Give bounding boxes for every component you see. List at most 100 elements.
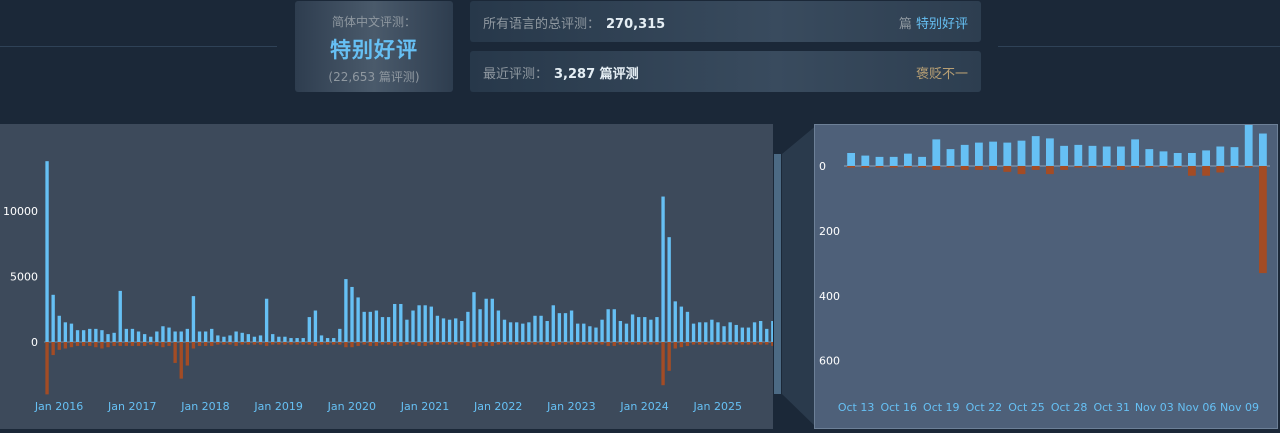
positive-bar <box>216 335 220 342</box>
negative-bar <box>118 341 122 346</box>
negative-bar <box>240 341 244 345</box>
recent-histogram-chart[interactable]: 0 200 400 600 Oct 13 Oct 16 Oct 19 Oct 22 Oct 25… <box>815 124 1277 428</box>
negative-bar <box>1244 165 1253 168</box>
positive-bar <box>600 319 604 342</box>
recent-reviews-left: 最近评测： 3,287 篇评测 <box>483 63 639 82</box>
positive-bar <box>1258 133 1267 166</box>
positive-bar <box>447 319 452 342</box>
positive-bar <box>332 338 336 342</box>
negative-bar <box>490 341 494 346</box>
negative-bar <box>1102 165 1111 168</box>
negative-bar <box>515 341 519 345</box>
positive-bar <box>149 336 153 342</box>
negative-bar <box>1045 165 1054 175</box>
zoom-range-handle[interactable] <box>774 154 781 394</box>
zoom-connector <box>773 124 818 429</box>
negative-bar <box>94 341 98 348</box>
positive-bar <box>1145 149 1154 166</box>
positive-bar <box>758 321 763 342</box>
negative-bar <box>521 341 525 345</box>
positive-bar <box>271 334 275 342</box>
negative-bar <box>612 341 616 346</box>
negative-bar <box>374 341 379 346</box>
positive-bar <box>691 323 696 342</box>
positive-bar <box>118 290 122 342</box>
positive-bar <box>136 331 141 342</box>
y-tick-label: 200 <box>819 225 840 238</box>
negative-bar <box>167 341 171 346</box>
x-tick-label: Oct 22 <box>966 401 1003 414</box>
positive-bar <box>551 305 555 342</box>
x-tick-label: Jan 2025 <box>693 400 742 413</box>
negative-bar <box>1003 165 1012 172</box>
language-review-box[interactable]: 简体中文评测： 特别好评 (22,653 篇评测) <box>295 1 453 92</box>
language-review-label: 简体中文评测： <box>331 15 416 29</box>
y-tick-label: 5000 <box>10 270 38 283</box>
negative-bar <box>386 341 391 345</box>
negative-bar <box>539 341 543 345</box>
negative-bar <box>301 341 305 345</box>
positive-bar <box>484 298 488 342</box>
negative-bar <box>423 341 427 346</box>
negative-bar <box>405 341 409 345</box>
positive-bar <box>441 318 446 342</box>
x-tick-label: Jan 2018 <box>180 400 229 413</box>
positive-bar <box>161 326 165 342</box>
positive-bar <box>75 330 80 342</box>
positive-bar <box>197 331 202 342</box>
negative-bar <box>203 341 208 346</box>
x-tick-label: Jan 2024 <box>619 400 668 413</box>
negative-bar <box>765 341 769 345</box>
recent-reviews-box[interactable]: 最近评测： 3,287 篇评测 褒贬不一 <box>470 51 981 92</box>
negative-bar <box>661 341 665 386</box>
all-reviews-box[interactable]: 所有语言的总评测： 270,315 篇 特别好评 <box>470 1 981 42</box>
negative-bar <box>258 341 263 345</box>
negative-bar <box>271 341 275 345</box>
negative-bar <box>429 341 433 345</box>
positive-bar <box>228 335 232 342</box>
negative-bar <box>411 341 415 345</box>
positive-bar <box>1202 150 1211 166</box>
overall-histogram-panel: 0 5000 10000 Jan 2016 Jan 2017 Jan 2018 Jan 20… <box>0 124 782 429</box>
positive-bar <box>454 318 458 342</box>
positive-bar <box>557 313 562 342</box>
negative-bar <box>179 341 183 379</box>
negative-bar <box>319 341 324 345</box>
positive-bar <box>710 319 714 342</box>
positive-bar <box>1074 144 1083 166</box>
negative-bar <box>112 341 116 346</box>
negative-bar <box>740 341 745 345</box>
negative-bar <box>1060 165 1069 170</box>
negative-bar <box>478 341 482 346</box>
negative-bar <box>295 341 299 345</box>
positive-bar <box>100 330 104 342</box>
negative-bar <box>1202 165 1211 176</box>
negative-bar <box>752 341 757 345</box>
positive-bar <box>847 153 856 166</box>
y-tick-label: 400 <box>819 290 840 303</box>
negative-bar <box>130 341 135 346</box>
negative-bar <box>350 341 354 348</box>
positive-bar <box>423 305 427 342</box>
positive-bar <box>88 328 92 342</box>
positive-bar <box>946 149 955 166</box>
negative-bar <box>393 341 397 346</box>
x-tick-label: Jan 2023 <box>546 400 595 413</box>
positive-bar <box>1060 145 1069 166</box>
positive-bar <box>1031 136 1040 166</box>
negative-bar <box>447 341 452 345</box>
overall-histogram-chart[interactable]: 0 5000 10000 Jan 2016 Jan 2017 Jan 2018 Jan 20… <box>0 124 782 429</box>
positive-bar <box>295 338 299 342</box>
x-tick-label: Oct 28 <box>1051 401 1088 414</box>
negative-bar <box>191 341 196 349</box>
x-tick-label: Nov 06 <box>1177 401 1216 414</box>
positive-bar <box>81 330 86 342</box>
positive-bar <box>264 298 269 342</box>
positive-bar <box>313 310 318 342</box>
negative-bar <box>889 165 898 168</box>
positive-bar <box>655 317 659 342</box>
positive-bar <box>582 323 586 342</box>
negative-bar <box>277 341 281 345</box>
positive-bar <box>94 328 98 342</box>
negative-bar <box>484 341 488 346</box>
